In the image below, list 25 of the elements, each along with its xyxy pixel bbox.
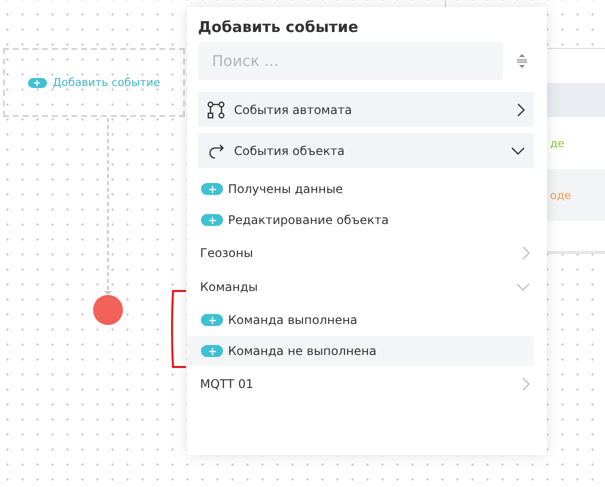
event-item[interactable]: Редактирование объекта [198, 205, 534, 235]
plus-icon [201, 183, 223, 195]
section-item[interactable]: MQTT 01 [198, 367, 534, 401]
chevron-right-icon [522, 246, 530, 260]
section-item[interactable]: Команды [198, 270, 534, 304]
chevron-down-icon [511, 146, 525, 154]
chevron-down-icon [516, 283, 530, 291]
category-item[interactable]: События объекта [198, 133, 534, 168]
nodes-icon [207, 100, 225, 118]
event-item[interactable]: Команда выполнена [198, 305, 534, 335]
plus-icon [28, 78, 47, 88]
plus-icon [201, 214, 223, 226]
search-field[interactable]: Поиск ... [198, 42, 503, 80]
plus-icon [201, 314, 223, 326]
chevron-right-icon [517, 102, 525, 116]
chevron-right-icon [522, 377, 530, 391]
event-item[interactable]: Получены данные [198, 174, 534, 204]
plus-icon [201, 345, 223, 357]
section-item[interactable]: Геозоны [198, 236, 534, 270]
event-item[interactable]: Команда не выполнена [187, 336, 534, 366]
sort-icon[interactable] [516, 53, 528, 69]
category-item[interactable]: События автомата [198, 92, 534, 127]
redo-arrow-icon [207, 142, 225, 160]
popup-title: Добавить событие [198, 18, 360, 36]
end-node[interactable] [93, 295, 123, 325]
